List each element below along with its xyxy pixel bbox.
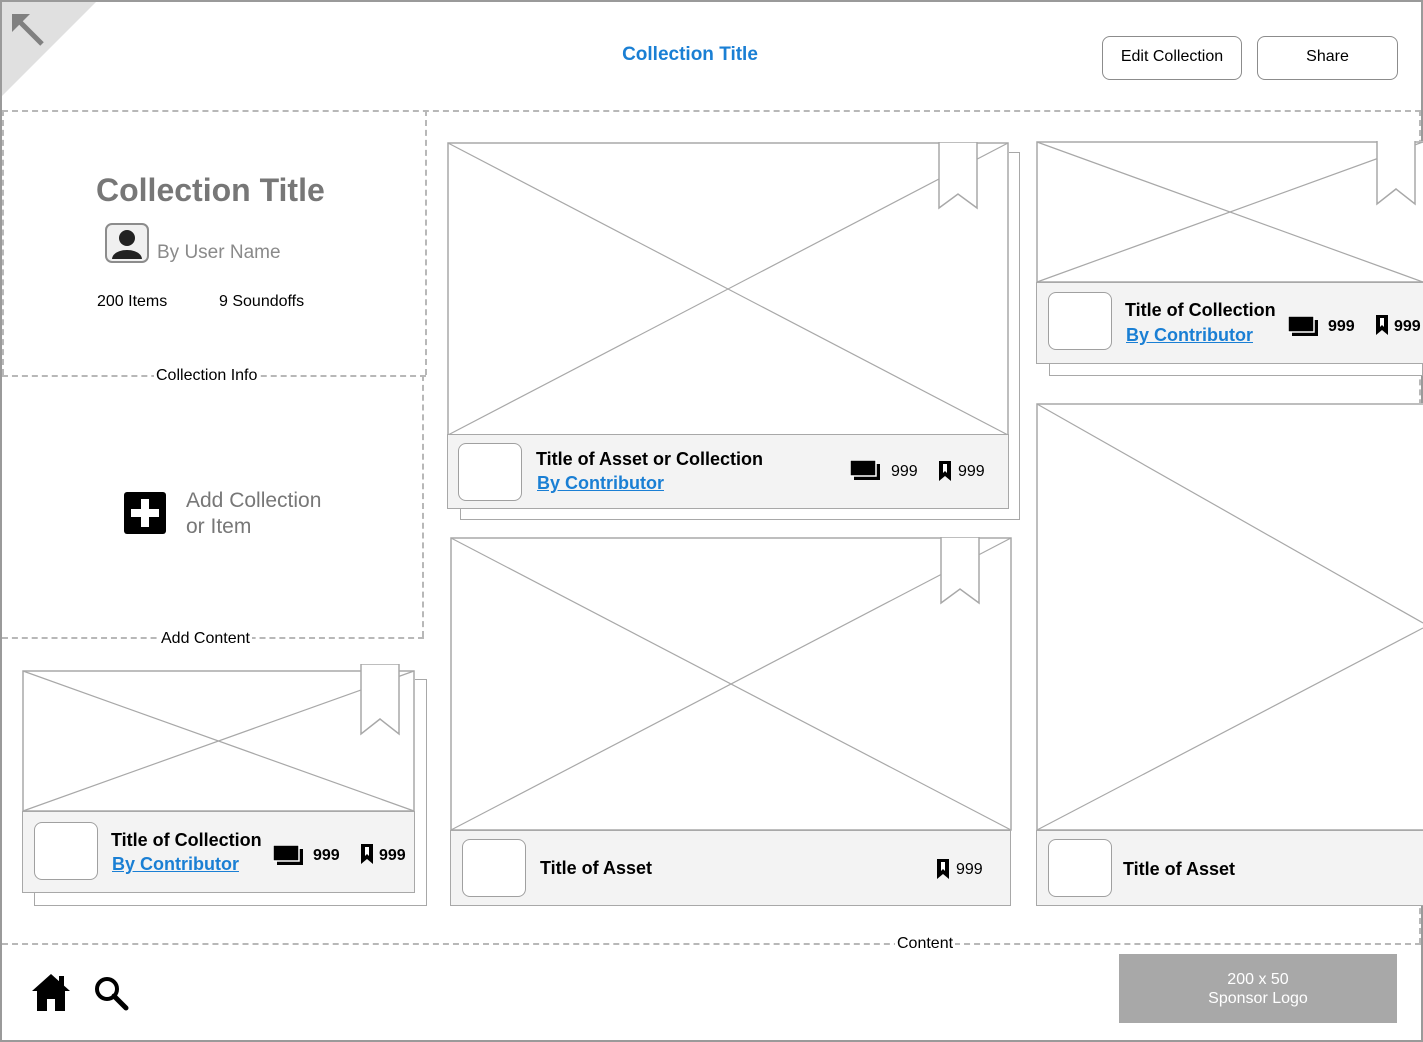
soundoffs-count[interactable]: 9 Soundoffs xyxy=(219,293,304,311)
add-content-right-border xyxy=(422,375,424,637)
card-footer: Title of Asset or Collection By Contribu… xyxy=(447,434,1009,509)
card-right-asset[interactable]: Title of Asset xyxy=(1036,403,1423,906)
contributor-link[interactable]: By Contributor xyxy=(1126,325,1253,346)
share-button[interactable]: Share xyxy=(1257,36,1398,80)
card-footer: Title of Asset 999 xyxy=(450,830,1011,906)
card-footer: Title of Collection By Contributor 999 9… xyxy=(1036,282,1423,364)
add-collection-or-item[interactable]: Add Collection or Item xyxy=(186,488,321,540)
image-placeholder xyxy=(22,670,415,812)
bookmark-count: 999 xyxy=(1394,318,1421,335)
bookmark-icon[interactable] xyxy=(360,664,400,736)
edit-collection-button[interactable]: Edit Collection xyxy=(1102,36,1242,80)
sponsor-label: Sponsor Logo xyxy=(1208,990,1308,1007)
sponsor-size: 200 x 50 xyxy=(1227,971,1289,988)
contributor-link[interactable]: By Contributor xyxy=(537,473,664,494)
avatar-icon xyxy=(112,230,142,259)
card-middle-asset[interactable]: Title of Asset 999 xyxy=(450,537,1012,906)
collection-title: Collection Title xyxy=(96,172,325,208)
back-arrow-icon[interactable] xyxy=(8,10,48,50)
card-top-right-collection[interactable]: Title of Collection By Contributor 999 9… xyxy=(1036,141,1423,364)
avatar[interactable] xyxy=(105,223,149,263)
thumbnail xyxy=(1048,292,1112,350)
search-icon[interactable] xyxy=(93,975,129,1011)
image-placeholder xyxy=(447,142,1009,436)
bookmark-count: 999 xyxy=(379,847,406,864)
bookmark-icon[interactable] xyxy=(938,142,978,210)
comment-icon xyxy=(850,460,880,480)
by-user-name[interactable]: By User Name xyxy=(157,242,281,264)
sponsor-logo[interactable]: 200 x 50 Sponsor Logo xyxy=(1119,954,1397,1023)
image-placeholder xyxy=(1036,141,1423,283)
thumbnail xyxy=(34,822,98,880)
bookmark-icon[interactable] xyxy=(940,537,980,605)
comment-icon xyxy=(1288,316,1318,336)
content-bottom-border xyxy=(2,943,1421,945)
card-title[interactable]: Title of Collection xyxy=(1125,300,1276,321)
bookmark-small-icon xyxy=(361,844,373,864)
contributor-link[interactable]: By Contributor xyxy=(112,854,239,875)
card-footer: Title of Asset xyxy=(1036,830,1423,906)
page-title: Collection Title xyxy=(622,44,758,65)
info-right-border xyxy=(425,110,427,375)
thumbnail xyxy=(1048,839,1112,897)
card-bottom-left-collection[interactable]: Title of Collection By Contributor 999 9… xyxy=(22,664,415,893)
card-title[interactable]: Title of Asset xyxy=(1123,859,1235,880)
comment-count: 999 xyxy=(1328,318,1355,335)
add-text-line1: Add Collection xyxy=(186,489,322,512)
info-left-border xyxy=(2,110,4,375)
thumbnail xyxy=(458,443,522,501)
content-top-border xyxy=(2,110,1421,112)
content-label: Content xyxy=(895,935,956,953)
home-icon[interactable] xyxy=(31,972,71,1012)
comment-count: 999 xyxy=(891,463,918,480)
add-content-label: Add Content xyxy=(159,630,252,648)
plus-icon[interactable] xyxy=(124,492,166,534)
image-placeholder xyxy=(450,537,1012,831)
card-title[interactable]: Title of Collection xyxy=(111,830,262,851)
card-title[interactable]: Title of Asset xyxy=(540,858,652,879)
card-title[interactable]: Title of Asset or Collection xyxy=(536,449,763,470)
bookmark-small-icon xyxy=(939,461,951,481)
image-placeholder xyxy=(1036,403,1423,831)
bookmark-count: 999 xyxy=(956,861,983,878)
card-footer: Title of Collection By Contributor 999 9… xyxy=(22,811,415,893)
add-text-line2: or Item xyxy=(186,515,252,538)
collection-info-label: Collection Info xyxy=(154,367,260,385)
bookmark-count: 999 xyxy=(958,463,985,480)
comment-count: 999 xyxy=(313,847,340,864)
bookmark-small-icon xyxy=(1376,315,1388,335)
bookmark-small-icon xyxy=(937,859,949,879)
thumbnail xyxy=(462,839,526,897)
items-count: 200 Items xyxy=(97,293,168,310)
card-asset-or-collection[interactable]: Title of Asset or Collection By Contribu… xyxy=(447,142,1009,509)
comment-icon xyxy=(273,845,303,865)
bookmark-icon[interactable] xyxy=(1376,141,1416,206)
